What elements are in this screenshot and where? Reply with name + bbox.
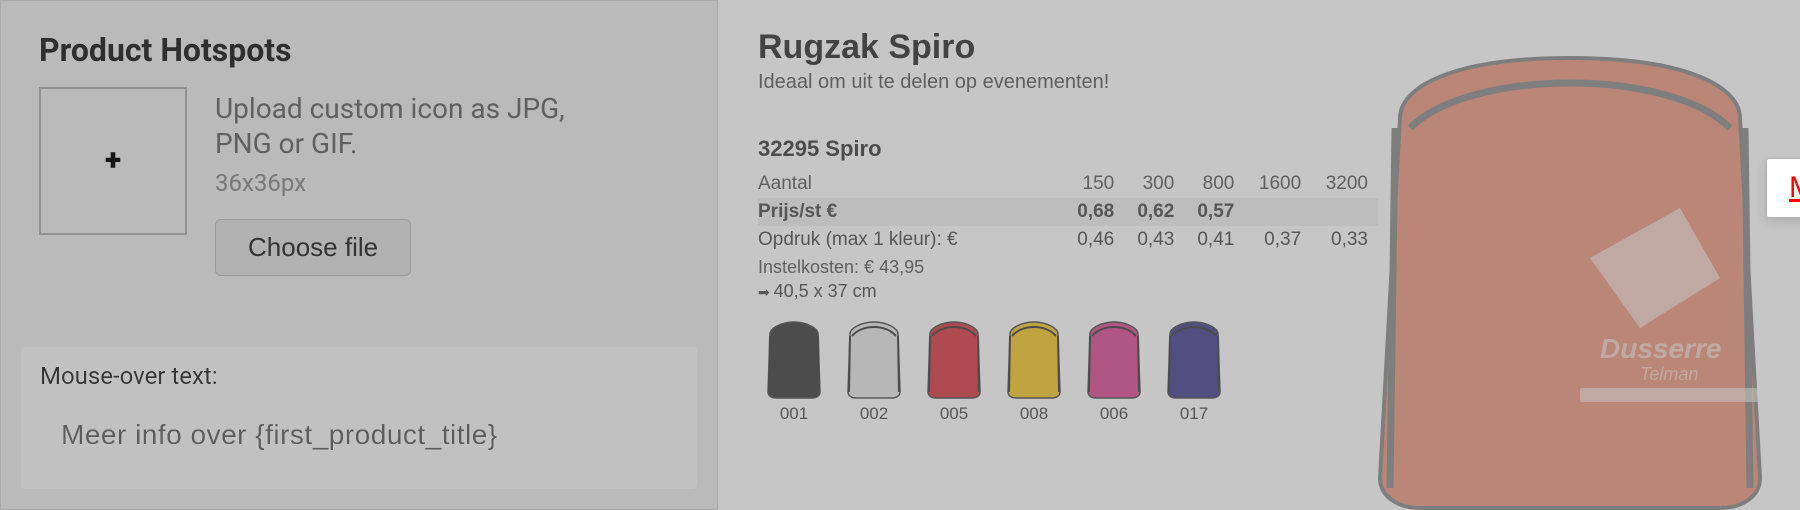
qty-label: Aantal — [758, 170, 1064, 198]
variant-thumb[interactable]: 001 — [758, 318, 830, 424]
mouseover-label: Mouse-over text: — [40, 362, 678, 390]
qty-col: 800 — [1184, 170, 1244, 198]
qty-col: 300 — [1124, 170, 1184, 198]
bag-icon — [762, 318, 826, 400]
table-row: Opdruk (max 1 kleur): € 0,46 0,43 0,41 0… — [758, 226, 1378, 254]
variant-code: 005 — [918, 404, 990, 424]
svg-text:Telman: Telman — [1640, 364, 1698, 384]
choose-file-button[interactable]: Choose file — [215, 219, 411, 276]
upload-description: Upload custom icon as JPG, PNG or GIF. — [215, 91, 595, 161]
variant-code: 002 — [838, 404, 910, 424]
price-cell: 0,62 — [1124, 198, 1184, 226]
icon-preview: + — [39, 87, 187, 235]
svg-text:Dusserre: Dusserre — [1600, 333, 1721, 364]
price-cell: 0,57 — [1184, 198, 1244, 226]
price-cell: 0,68 — [1064, 198, 1124, 226]
table-row: Prijs/st € 0,68 0,62 0,57 — [758, 198, 1378, 226]
variant-code: 017 — [1158, 404, 1230, 424]
preview-panel: Dusserre Telman 007 Rugzak Spiro Ideaal … — [718, 0, 1800, 510]
bag-icon — [1162, 318, 1226, 400]
hotspot-tooltip: Meer info over Rugzak Spiro — [1766, 158, 1800, 218]
print-cell: 0,41 — [1184, 226, 1244, 254]
catalog-page: Dusserre Telman 007 Rugzak Spiro Ideaal … — [758, 28, 1780, 510]
qty-col: 1600 — [1244, 170, 1311, 198]
variant-code: 006 — [1078, 404, 1150, 424]
table-row: Aantal 150 300 800 1600 3200 — [758, 170, 1378, 198]
hotspot-overlay: Meer info over Rugzak Spiro + — [1746, 150, 1800, 280]
print-cell: 0,46 — [1064, 226, 1124, 254]
price-label: Prijs/st € — [758, 198, 1064, 226]
bag-icon — [1082, 318, 1146, 400]
hotspot-link[interactable]: Meer info over Rugzak Spiro — [1789, 171, 1800, 204]
print-cell: 0,37 — [1244, 226, 1311, 254]
bag-icon — [922, 318, 986, 400]
variant-thumbs: 001 002 005 008 006 017 — [758, 318, 1230, 424]
bag-icon — [842, 318, 906, 400]
variant-thumb[interactable]: 002 — [838, 318, 910, 424]
qty-col: 150 — [1064, 170, 1124, 198]
upload-row: + Upload custom icon as JPG, PNG or GIF.… — [39, 87, 679, 276]
plus-icon: + — [100, 148, 126, 174]
product-image: Dusserre Telman — [1340, 28, 1800, 510]
hotspot-config-panel: Product Hotspots + Upload custom icon as… — [0, 0, 718, 510]
variant-thumb[interactable]: 008 — [998, 318, 1070, 424]
variant-thumb[interactable]: 005 — [918, 318, 990, 424]
print-cell: 0,43 — [1124, 226, 1184, 254]
panel-title: Product Hotspots — [39, 31, 679, 69]
upload-text: Upload custom icon as JPG, PNG or GIF. 3… — [215, 87, 595, 276]
mouseover-card: Mouse-over text: — [21, 347, 697, 489]
print-label: Opdruk (max 1 kleur): € — [758, 226, 1064, 254]
upload-dimensions: 36x36px — [215, 169, 595, 197]
variant-code: 008 — [998, 404, 1070, 424]
bag-icon — [1002, 318, 1066, 400]
price-cell — [1244, 198, 1311, 226]
variant-thumb[interactable]: 006 — [1078, 318, 1150, 424]
mouseover-text-input[interactable] — [40, 404, 678, 466]
pricing-table: Aantal 150 300 800 1600 3200 Prijs/st € … — [758, 170, 1378, 254]
variant-thumb[interactable]: 017 — [1158, 318, 1230, 424]
variant-code: 001 — [758, 404, 830, 424]
